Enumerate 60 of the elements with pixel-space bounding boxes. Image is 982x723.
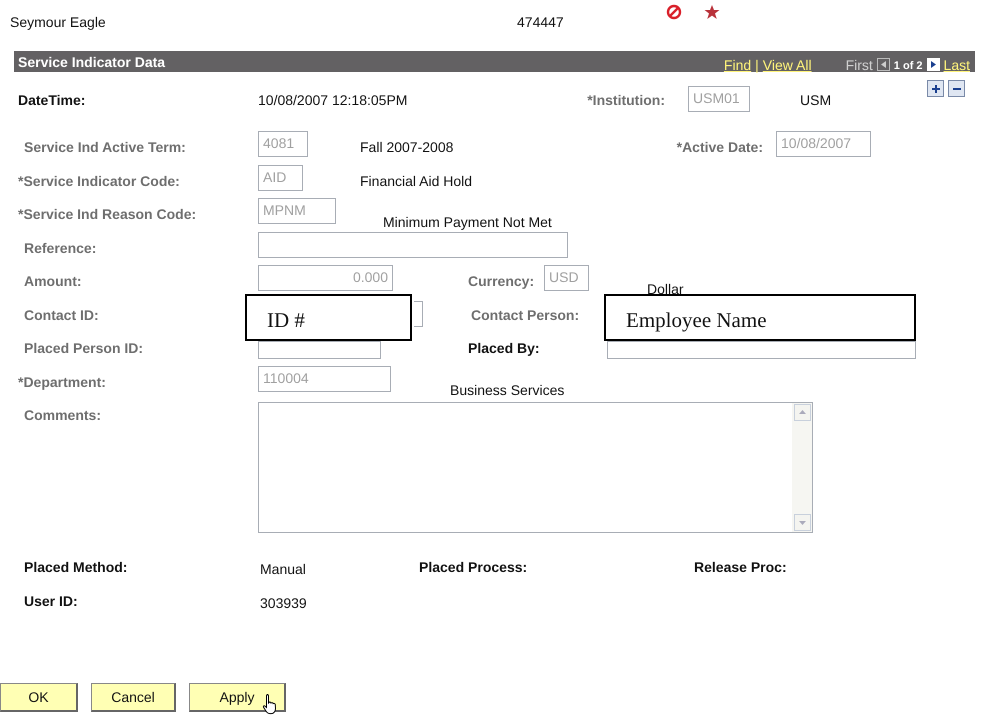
callout-box: Employee Name	[604, 294, 916, 340]
plus-icon	[930, 84, 940, 94]
field-description: Minimum Payment Not Met	[383, 213, 552, 230]
datetime-value: 10/08/2007 12:18:05PM	[258, 91, 408, 108]
field-label: Placed Process:	[418, 559, 528, 575]
input-field[interactable]: USD	[544, 265, 589, 291]
field-label: Placed Method:	[23, 559, 128, 575]
find-link[interactable]: Find	[724, 56, 752, 72]
student-name: Seymour Eagle	[10, 14, 106, 30]
next-icon[interactable]	[926, 58, 940, 71]
field-label: User ID:	[23, 593, 79, 609]
field-label: DateTime:	[17, 91, 86, 108]
delete-row-button[interactable]	[948, 80, 965, 97]
input-field[interactable]: 0.000	[258, 265, 393, 291]
scroll-down-icon[interactable]	[794, 514, 810, 531]
field-label: Contact Person:	[470, 306, 580, 322]
section-title: Service Indicator Data	[18, 54, 166, 70]
field-description: USM	[800, 91, 832, 108]
field-label: *Department:	[17, 372, 107, 390]
first-label: First	[846, 56, 873, 72]
placed-method-value: Manual	[260, 560, 307, 577]
field-label: *Institution:	[586, 91, 665, 108]
scrollbar[interactable]	[792, 403, 812, 532]
field-label: Release Proc:	[693, 559, 787, 575]
star-icon[interactable]	[704, 4, 720, 20]
field-label: Placed Person ID:	[23, 339, 144, 356]
add-row-button[interactable]	[927, 80, 944, 97]
field-description: Fall 2007-2008	[360, 138, 454, 155]
student-id: 474447	[517, 14, 564, 30]
action-button[interactable]: OK	[0, 683, 78, 712]
input-field[interactable]: 4081	[258, 131, 308, 157]
field-label: *Active Date:	[676, 138, 763, 155]
field-label: Contact ID:	[23, 306, 100, 322]
view-all-link[interactable]: View All	[762, 56, 812, 72]
field-description: Business Services	[450, 380, 564, 398]
field-label: Amount:	[23, 272, 83, 289]
input-field[interactable]: USM01	[688, 86, 750, 112]
field-label: Currency:	[467, 272, 536, 289]
field-label: Placed By:	[467, 339, 541, 356]
field-label: Service Ind Active Term:	[23, 138, 187, 155]
scroll-up-icon[interactable]	[794, 404, 810, 421]
last-link[interactable]: Last	[944, 56, 970, 72]
comments-field[interactable]	[258, 402, 813, 533]
page-count: 1 of 2	[894, 60, 923, 72]
field-label: Comments:	[23, 406, 102, 423]
input-field[interactable]: 10/08/2007	[776, 131, 871, 157]
separator: |	[755, 56, 759, 72]
field-description: Financial Aid Hold	[360, 172, 472, 188]
field-label: *Service Ind Reason Code:	[17, 205, 198, 222]
user-id-value: 303939	[260, 594, 307, 611]
callout-box: ID #	[245, 294, 412, 340]
input-field[interactable]: 110004	[258, 366, 391, 392]
input-field[interactable]: MPNM	[258, 198, 336, 224]
action-button[interactable]: Apply	[189, 683, 286, 712]
field-label: *Service Indicator Code:	[17, 172, 181, 188]
action-button[interactable]: Cancel	[91, 683, 176, 712]
prohibited-icon[interactable]	[666, 4, 682, 20]
input-field[interactable]: AID	[258, 164, 303, 190]
field-label: Reference:	[23, 238, 98, 256]
previous-icon[interactable]	[876, 58, 890, 71]
